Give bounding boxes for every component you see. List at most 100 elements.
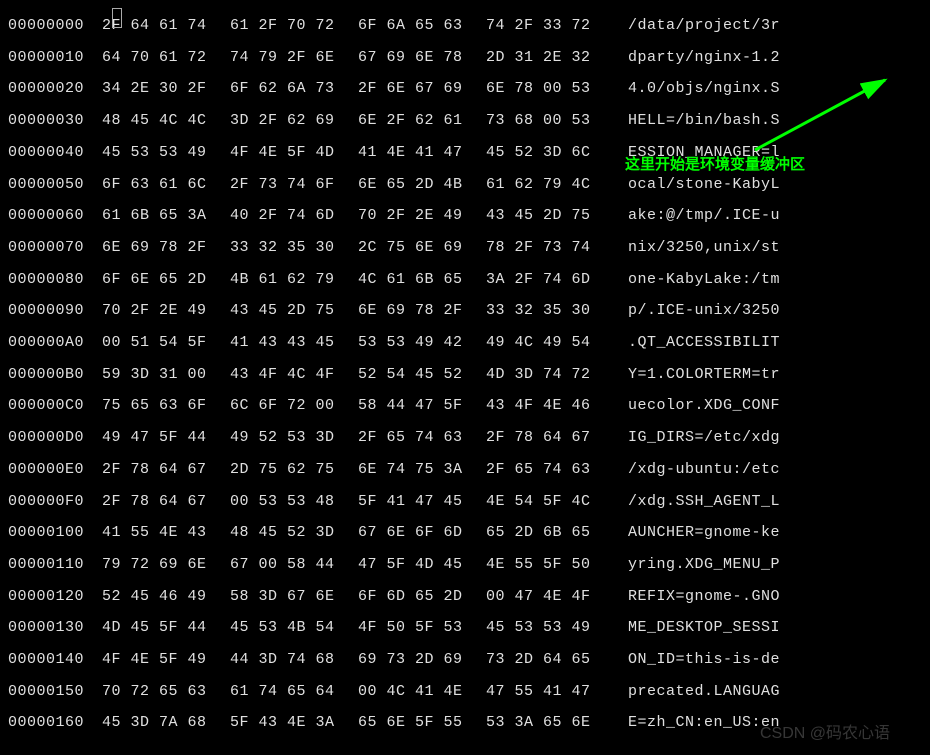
hex-row[interactable]: 000001404F 4E 5F 4944 3D 74 6869 73 2D 6… xyxy=(8,644,922,676)
hex-row[interactable]: 0000016045 3D 7A 685F 43 4E 3A65 6E 5F 5… xyxy=(8,707,922,739)
hex-group: 45 53 4B 54 xyxy=(230,612,340,644)
ascii-text: p/.ICE-unix/3250 xyxy=(628,295,780,327)
hex-group: 6C 6F 72 00 xyxy=(230,390,340,422)
hex-group: 6E 2F 62 61 xyxy=(358,105,468,137)
hex-row[interactable]: 0000001064 70 61 7274 79 2F 6E67 69 6E 7… xyxy=(8,42,922,74)
hex-row[interactable]: 000000C075 65 63 6F6C 6F 72 0058 44 47 5… xyxy=(8,390,922,422)
ascii-text: precated.LANGUAG xyxy=(628,676,780,708)
ascii-text: uecolor.XDG_CONF xyxy=(628,390,780,422)
hex-group: 2D 75 62 75 xyxy=(230,454,340,486)
hex-group: 47 5F 4D 45 xyxy=(358,549,468,581)
hex-group: 73 2D 64 65 xyxy=(486,644,596,676)
hex-row[interactable]: 0000003048 45 4C 4C3D 2F 62 696E 2F 62 6… xyxy=(8,105,922,137)
offset: 00000090 xyxy=(8,295,102,327)
hex-row[interactable]: 0000012052 45 46 49 58 3D 67 6E 6F 6D 65 2… xyxy=(8,581,922,613)
ascii-text: /xdg-ubuntu:/etc xyxy=(628,454,780,486)
offset: 00000140 xyxy=(8,644,102,676)
hex-group: 75 65 63 6F xyxy=(102,390,212,422)
hex-group: 65 2D 6B 65 xyxy=(486,517,596,549)
hex-group: 33 32 35 30 xyxy=(486,295,596,327)
hex-group: 45 53 53 49 xyxy=(102,137,212,169)
hex-group: 6F 62 6A 73 xyxy=(230,73,340,105)
hex-group: 00 51 54 5F xyxy=(102,327,212,359)
hex-group: 41 43 43 45 xyxy=(230,327,340,359)
ascii-text: yring.XDG_MENU_P xyxy=(628,549,780,581)
hex-group: 52 54 45 52 xyxy=(358,359,468,391)
hex-row[interactable]: 000000A000 51 54 5F41 43 43 4553 53 49 4… xyxy=(8,327,922,359)
hex-row[interactable]: 000000002F 64 61 7461 2F 70 726F 6A 65 6… xyxy=(8,10,922,42)
hex-group: 49 52 53 3D xyxy=(230,422,340,454)
hex-row[interactable]: 000000B059 3D 31 0043 4F 4C 4F52 54 45 5… xyxy=(8,359,922,391)
hex-group: 67 69 6E 78 xyxy=(358,42,468,74)
ascii-text: one-KabyLake:/tm xyxy=(628,264,780,296)
hex-group: 70 2F 2E 49 xyxy=(358,200,468,232)
offset: 00000040 xyxy=(8,137,102,169)
hex-group: 47 55 41 47 xyxy=(486,676,596,708)
hex-group: 3D 2F 62 69 xyxy=(230,105,340,137)
hex-viewer[interactable]: 000000002F 64 61 7461 2F 70 726F 6A 65 6… xyxy=(8,10,922,739)
hex-group: 6E 74 75 3A xyxy=(358,454,468,486)
hex-row[interactable]: 000000506F 63 61 6C2F 73 74 6F6E 65 2D 4… xyxy=(8,169,922,201)
hex-group: 58 3D 67 6E xyxy=(230,581,340,613)
hex-row[interactable]: 000000D049 47 5F 4449 52 53 3D2F 65 74 6… xyxy=(8,422,922,454)
offset: 00000060 xyxy=(8,200,102,232)
ascii-text: /data/project/3r xyxy=(628,10,780,42)
offset: 00000130 xyxy=(8,612,102,644)
ascii-text: ocal/stone-KabyL xyxy=(628,169,780,201)
hex-group: 52 45 46 49 xyxy=(102,581,212,613)
hex-group: 44 3D 74 68 xyxy=(230,644,340,676)
hex-row[interactable]: 0000015070 72 65 6361 74 65 6400 4C 41 4… xyxy=(8,676,922,708)
hex-row[interactable]: 000001304D 45 5F 44 45 53 4B 54 4F 50 5F 5… xyxy=(8,612,922,644)
hex-group: 2F 6E 67 69 xyxy=(358,73,468,105)
hex-row[interactable]: 000000E02F 78 64 672D 75 62 756E 74 75 3… xyxy=(8,454,922,486)
hex-row[interactable]: 000000806F 6E 65 2D4B 61 62 794C 61 6B 6… xyxy=(8,264,922,296)
hex-group: 5F 43 4E 3A xyxy=(230,707,340,739)
hex-group: 40 2F 74 6D xyxy=(230,200,340,232)
hex-group: 4F 50 5F 53 xyxy=(358,612,468,644)
hex-row[interactable]: 0000010041 55 4E 4348 45 52 3D67 6E 6F 6… xyxy=(8,517,922,549)
offset: 00000120 xyxy=(8,581,102,613)
hex-group: 2D 31 2E 32 xyxy=(486,42,596,74)
hex-row[interactable]: 0000006061 6B 65 3A40 2F 74 6D70 2F 2E 4… xyxy=(8,200,922,232)
hex-group: 43 45 2D 75 xyxy=(230,295,340,327)
offset: 00000020 xyxy=(8,73,102,105)
ascii-text: HELL=/bin/bash.S xyxy=(628,105,780,137)
hex-group: 2F 73 74 6F xyxy=(230,169,340,201)
hex-group: 64 70 61 72 xyxy=(102,42,212,74)
offset: 000000E0 xyxy=(8,454,102,486)
hex-group: 65 6E 5F 55 xyxy=(358,707,468,739)
hex-group: 4D 3D 74 72 xyxy=(486,359,596,391)
hex-group: 53 53 49 42 xyxy=(358,327,468,359)
offset: 00000030 xyxy=(8,105,102,137)
hex-group: 00 4C 41 4E xyxy=(358,676,468,708)
hex-group: 79 72 69 6E xyxy=(102,549,212,581)
hex-group: 4D 45 5F 44 xyxy=(102,612,212,644)
hex-group: 61 62 79 4C xyxy=(486,169,596,201)
hex-group: 78 2F 73 74 xyxy=(486,232,596,264)
hex-group: 61 2F 70 72 xyxy=(230,10,340,42)
hex-row[interactable]: 0000009070 2F 2E 4943 45 2D 756E 69 78 2… xyxy=(8,295,922,327)
ascii-text: /xdg.SSH_AGENT_L xyxy=(628,486,780,518)
hex-group: 58 44 47 5F xyxy=(358,390,468,422)
hex-group: 6F 63 61 6C xyxy=(102,169,212,201)
ascii-text: ON_ID=this-is-de xyxy=(628,644,780,676)
ascii-text: E=zh_CN:en_US:en xyxy=(628,707,780,739)
hex-row[interactable]: 0000004045 53 53 494F 4E 5F 4D41 4E 41 4… xyxy=(8,137,922,169)
offset: 00000100 xyxy=(8,517,102,549)
hex-row[interactable]: 000000F02F 78 64 6700 53 53 485F 41 47 4… xyxy=(8,486,922,518)
hex-group: 2F 65 74 63 xyxy=(486,454,596,486)
hex-row[interactable]: 0000011079 72 69 6E67 00 58 4447 5F 4D 4… xyxy=(8,549,922,581)
hex-group: 43 4F 4E 46 xyxy=(486,390,596,422)
ascii-text: IG_DIRS=/etc/xdg xyxy=(628,422,780,454)
hex-row[interactable]: 0000002034 2E 30 2F6F 62 6A 732F 6E 67 6… xyxy=(8,73,922,105)
offset: 000000B0 xyxy=(8,359,102,391)
hex-group: 2F 78 64 67 xyxy=(102,486,212,518)
hex-group: 6F 6D 65 2D xyxy=(358,581,468,613)
hex-group: 74 2F 33 72 xyxy=(486,10,596,42)
hex-group: 4E 55 5F 50 xyxy=(486,549,596,581)
offset: 00000110 xyxy=(8,549,102,581)
hex-group: 5F 41 47 45 xyxy=(358,486,468,518)
hex-row[interactable]: 000000706E 69 78 2F33 32 35 302C 75 6E 6… xyxy=(8,232,922,264)
hex-group: 2F 64 61 74 xyxy=(102,10,212,42)
hex-group: 4C 61 6B 65 xyxy=(358,264,468,296)
